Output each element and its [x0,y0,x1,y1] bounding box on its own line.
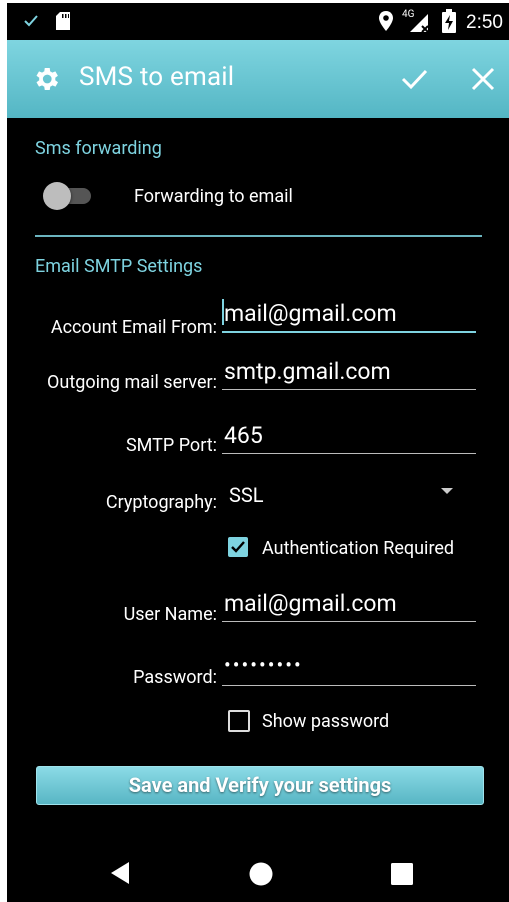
mail-server-label: Outgoing mail server: [47,372,217,393]
password-label: Password: [133,667,217,688]
account-email-value: mail@gmail.com [224,300,397,327]
user-name-value: mail@gmail.com [224,590,397,617]
clock: 2:50 [466,12,503,33]
navigation-bar [7,835,509,902]
close-icon[interactable] [470,66,496,96]
mail-server-field[interactable]: smtp.gmail.com [222,353,476,390]
mail-server-value: smtp.gmail.com [224,358,391,385]
toggle-thumb [43,182,71,210]
section-title-smtp: Email SMTP Settings [35,256,203,277]
account-email-field[interactable]: mail@gmail.com [222,293,476,333]
password-value: ••••••••• [224,653,303,677]
gear-icon[interactable] [31,64,61,98]
cryptography-label: Cryptography: [105,492,217,513]
signal-icon: 4G [402,9,432,34]
status-bar: 4G 2:50 [7,3,509,40]
show-password-checkbox[interactable] [228,710,250,732]
sd-card-icon [55,11,71,35]
battery-charging-icon [442,9,457,37]
app-title: SMS to email [79,62,235,92]
check-icon [23,13,39,33]
forwarding-label: Forwarding to email [134,186,293,207]
password-field[interactable]: ••••••••• [222,649,476,686]
smtp-port-field[interactable]: 465 [222,417,476,454]
user-name-label: User Name: [123,604,217,625]
phone-screen: 4G 2:50 SMS to email Sms forwarding Forw… [7,3,509,902]
dropdown-arrow-icon [441,488,453,494]
account-email-label: Account Email From: [50,317,217,338]
checkmark-icon [231,541,245,553]
save-verify-button[interactable]: Save and Verify your settings [36,766,484,805]
smtp-port-label: SMTP Port: [125,435,217,456]
auth-required-label: Authentication Required [262,538,455,559]
home-icon[interactable] [249,862,273,890]
back-icon[interactable] [109,861,131,889]
forwarding-toggle[interactable] [43,180,93,210]
section-title-forwarding: Sms forwarding [35,138,162,159]
location-pin-icon [378,10,394,36]
smtp-port-value: 465 [224,422,263,449]
auth-required-checkbox[interactable] [228,537,248,557]
user-name-field[interactable]: mail@gmail.com [222,585,476,622]
section-divider [35,235,482,237]
network-type: 4G [402,9,415,20]
confirm-check-icon[interactable] [399,64,429,98]
recents-icon[interactable] [391,863,413,889]
cryptography-value: SSL [229,483,264,507]
action-bar: SMS to email [7,40,509,118]
show-password-label: Show password [262,711,390,732]
